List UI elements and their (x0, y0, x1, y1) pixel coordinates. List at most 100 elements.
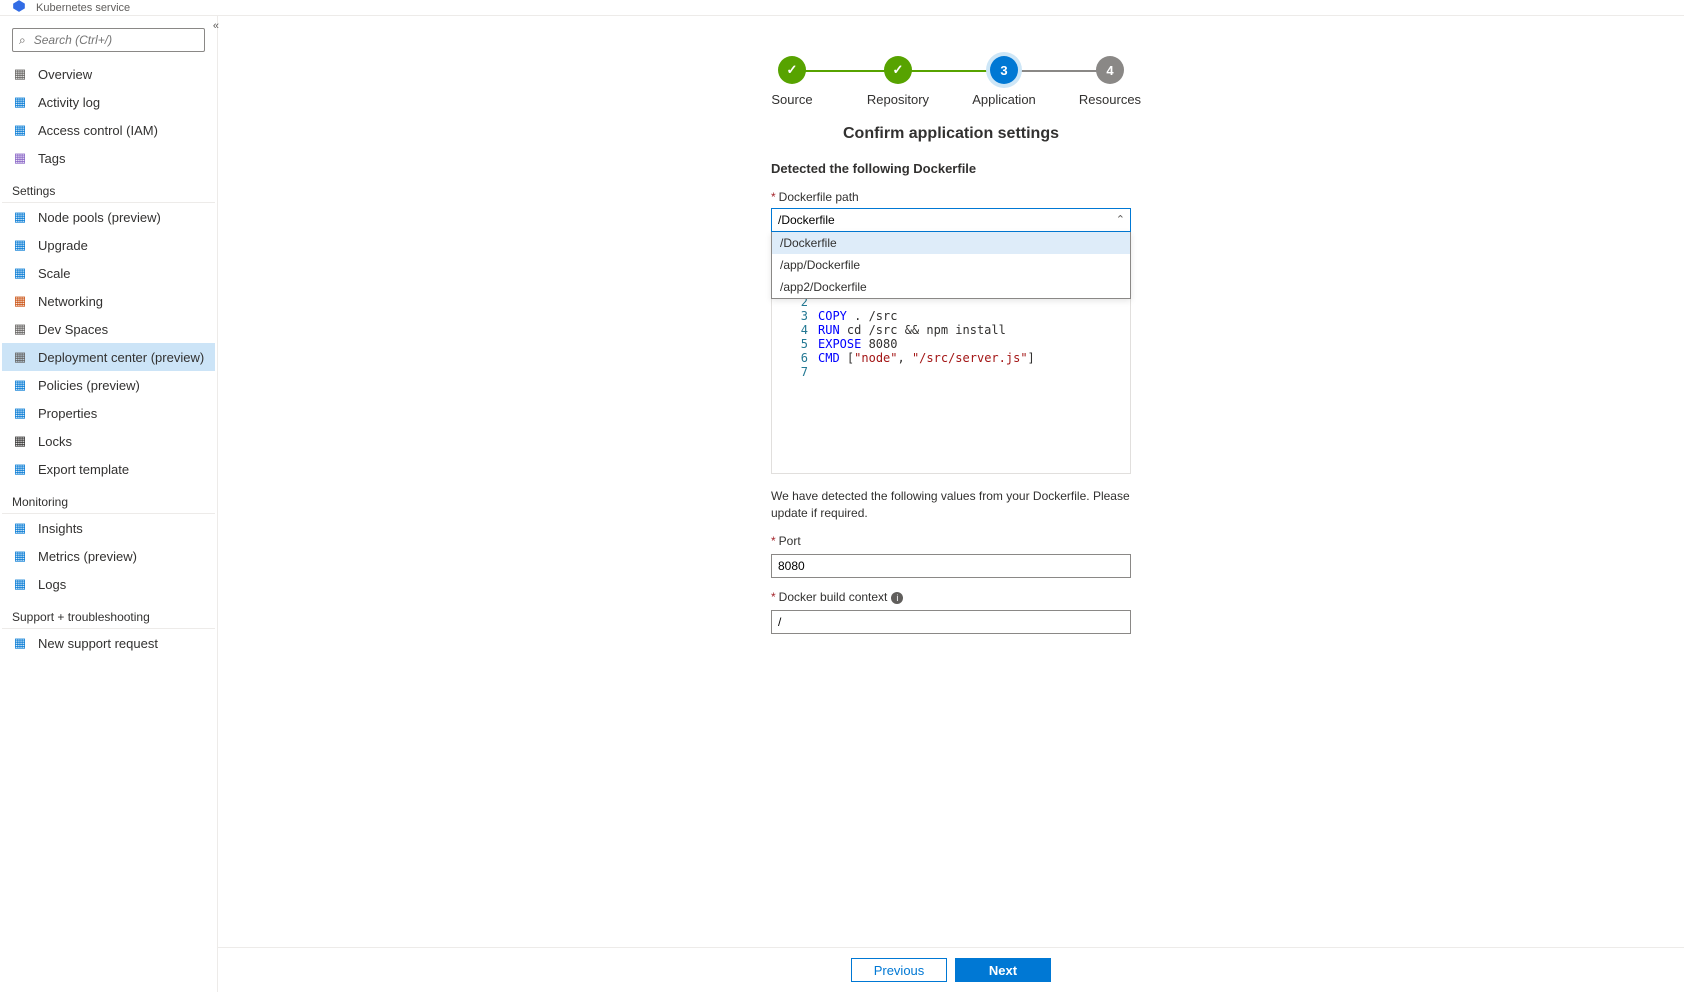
dockerfile-option[interactable]: /Dockerfile (772, 232, 1130, 254)
sidebar-item-scale[interactable]: ▦Scale (2, 259, 215, 287)
wizard-step-resources: 4Resources (1057, 56, 1163, 107)
build-context-input[interactable] (771, 610, 1131, 634)
step-connector (1004, 70, 1110, 72)
metrics-icon: ▦ (12, 548, 28, 564)
sidebar-item-node-pools[interactable]: ▦ Node pools (preview) (2, 203, 215, 231)
code-line: 6CMD ["node", "/src/server.js"] (772, 351, 1130, 365)
line-number: 4 (772, 323, 818, 337)
sidebar-item-label: Node pools (preview) (38, 210, 161, 225)
sidebar-item-iam[interactable]: ▦ Access control (IAM) (2, 116, 215, 144)
sidebar-item-label: Insights (38, 521, 83, 536)
sidebar-item-upgrade[interactable]: ▦ Upgrade (2, 231, 215, 259)
dockerfile-option[interactable]: /app/Dockerfile (772, 254, 1130, 276)
sidebar-item-dev-spaces[interactable]: ▦Dev Spaces (2, 315, 215, 343)
sidebar-item-label: Tags (38, 151, 65, 166)
sidebar-item-properties[interactable]: ▦ Properties (2, 399, 215, 427)
build-context-label: *Docker build contexti (771, 590, 1131, 604)
code-line: 5EXPOSE 8080 (772, 337, 1130, 351)
line-number: 7 (772, 365, 818, 379)
port-input[interactable] (771, 554, 1131, 578)
new-support-icon: ▦ (12, 635, 28, 651)
overview-icon: ▦ (12, 66, 28, 82)
code-line: 7 (772, 365, 1130, 379)
dockerfile-path-input[interactable] (771, 208, 1131, 232)
sidebar-item-activity-log[interactable]: ▦ Activity log (2, 88, 215, 116)
dockerfile-option[interactable]: /app2/Dockerfile (772, 276, 1130, 298)
sidebar-item-label: Access control (IAM) (38, 123, 158, 138)
step-number: 3 (990, 56, 1018, 84)
sidebar-item-logs[interactable]: ▦ Logs (2, 570, 215, 598)
step-connector (792, 70, 898, 72)
dockerfile-path-label: *Dockerfile path (771, 190, 1131, 204)
logs-icon: ▦ (12, 576, 28, 592)
code-line: 4RUN cd /src && npm install (772, 323, 1130, 337)
main-content: ✓Source✓Repository3Application4Resources… (218, 16, 1684, 992)
sidebar-item-locks[interactable]: ▦Locks (2, 427, 215, 455)
properties-icon: ▦ (12, 405, 28, 421)
tags-icon: ▦ (12, 150, 28, 166)
wizard-step-application[interactable]: 3 Application (951, 56, 1057, 107)
wizard-step-repository[interactable]: ✓Repository (845, 56, 951, 107)
sidebar-item-label: Locks (38, 434, 72, 449)
sidebar-item-label: Deployment center (preview) (38, 350, 204, 365)
sidebar-item-metrics[interactable]: ▦ Metrics (preview) (2, 542, 215, 570)
sidebar-item-tags[interactable]: ▦ Tags (2, 144, 215, 172)
code-text: COPY . /src (818, 309, 897, 323)
step-label: Resources (1079, 92, 1141, 107)
sidebar-item-deployment-center[interactable]: ▦ Deployment center (preview) (2, 343, 215, 371)
sidebar-item-export-template[interactable]: ▦ Export template (2, 455, 215, 483)
help-text: We have detected the following values fr… (771, 488, 1131, 522)
upgrade-icon: ▦ (12, 237, 28, 253)
sidebar-item-overview[interactable]: ▦ Overview (2, 60, 215, 88)
scale-icon: ▦ (12, 265, 28, 281)
sidebar-item-label: Upgrade (38, 238, 88, 253)
previous-button[interactable]: Previous (851, 958, 947, 982)
code-text: EXPOSE 8080 (818, 337, 897, 351)
export-template-icon: ▦ (12, 461, 28, 477)
nav-section-title: Settings (2, 178, 215, 203)
page-title: Confirm application settings (601, 125, 1301, 143)
next-button[interactable]: Next (955, 958, 1051, 982)
sidebar-item-label: New support request (38, 636, 158, 651)
wizard-steps: ✓Source✓Repository3Application4Resources (601, 56, 1301, 107)
deployment-center-icon: ▦ (12, 349, 28, 365)
sidebar-item-new-support[interactable]: ▦ New support request (2, 629, 215, 657)
kubernetes-icon (10, 0, 28, 16)
dockerfile-path-dropdown: /Dockerfile/app/Dockerfile/app2/Dockerfi… (771, 232, 1131, 299)
nav-section-title: Support + troubleshooting (2, 604, 215, 629)
iam-icon: ▦ (12, 122, 28, 138)
step-label: Source (771, 92, 812, 107)
sidebar-item-label: Networking (38, 294, 103, 309)
sidebar-item-label: Metrics (preview) (38, 549, 137, 564)
sidebar-item-networking[interactable]: ▦ Networking (2, 287, 215, 315)
step-label: Application (972, 92, 1036, 107)
step-connector (898, 70, 1004, 72)
line-number: 6 (772, 351, 818, 365)
search-icon: ⌕ (19, 33, 26, 48)
search-input-container[interactable]: ⌕ (12, 28, 205, 52)
code-text: RUN cd /src && npm install (818, 323, 1006, 337)
dev-spaces-icon: ▦ (12, 321, 28, 337)
check-icon: ✓ (884, 56, 912, 84)
activity-log-icon: ▦ (12, 94, 28, 110)
node-pools-icon: ▦ (12, 209, 28, 225)
dockerfile-path-combobox[interactable]: ⌃ /Dockerfile/app/Dockerfile/app2/Docker… (771, 208, 1131, 232)
info-icon[interactable]: i (891, 592, 903, 604)
topbar: Kubernetes service (0, 0, 1684, 16)
sidebar-item-label: Overview (38, 67, 92, 82)
sidebar-item-label: Activity log (38, 95, 100, 110)
dockerfile-code-viewer: 23COPY . /src4RUN cd /src && npm install… (771, 294, 1131, 474)
sidebar-item-policies[interactable]: ▦Policies (preview) (2, 371, 215, 399)
policies-icon: ▦ (12, 377, 28, 393)
line-number: 3 (772, 309, 818, 323)
search-input[interactable] (32, 32, 198, 48)
line-number: 5 (772, 337, 818, 351)
sidebar: « ⌕ ▦Overview▦Activity log▦Access contro… (0, 16, 218, 992)
wizard-step-source[interactable]: ✓Source (739, 56, 845, 107)
sidebar-item-label: Properties (38, 406, 97, 421)
wizard-footer: Previous Next (218, 947, 1684, 992)
networking-icon: ▦ (12, 293, 28, 309)
sidebar-item-label: Export template (38, 462, 129, 477)
sidebar-item-insights[interactable]: ▦Insights (2, 514, 215, 542)
sidebar-item-label: Logs (38, 577, 66, 592)
